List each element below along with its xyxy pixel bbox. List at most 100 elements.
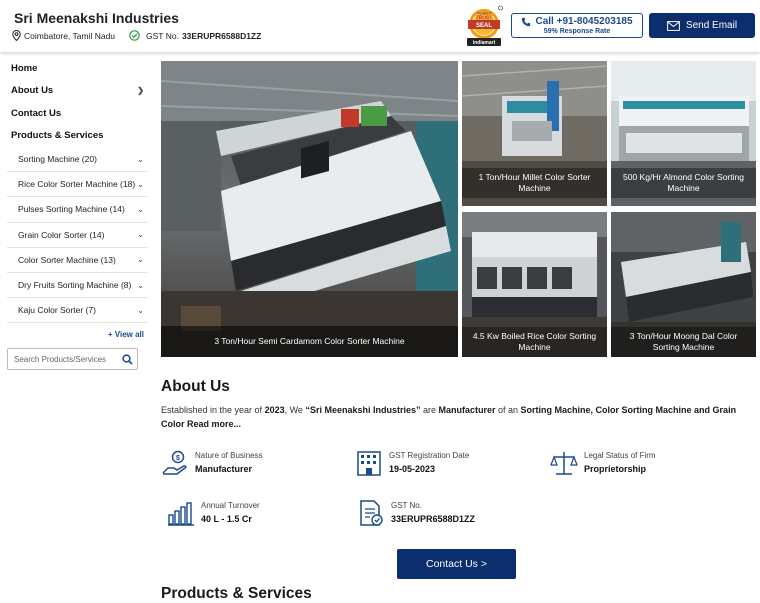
fact-label: Annual Turnover bbox=[201, 501, 260, 510]
scales-icon bbox=[550, 452, 578, 475]
sidebar-item-label: Contact Us bbox=[11, 107, 62, 119]
about-text-part: are bbox=[420, 405, 439, 415]
site-header: Sri Meenakshi Industries Coimbatore, Tam… bbox=[0, 0, 760, 52]
about-company-name: “Sri Meenakshi Industries” bbox=[305, 405, 421, 415]
view-all-link[interactable]: + View all bbox=[7, 330, 148, 342]
fact-annual-turnover: Annual Turnover 40 L - 1.5 Cr bbox=[167, 499, 260, 527]
sidebar-subitem[interactable]: Grain Color Sorter (14) ⌄ bbox=[7, 223, 148, 248]
location-row: Coimbatore, Tamil Nadu GST No. 33ERUPR65… bbox=[12, 30, 261, 41]
gallery-caption: 1 Ton/Hour Millet Color Sorter Machine bbox=[462, 168, 607, 198]
fact-label: Legal Status of Firm bbox=[584, 451, 656, 460]
gallery-caption: 3 Ton/Hour Moong Dal Color Sorting Machi… bbox=[611, 327, 756, 357]
fact-legal-status: Legal Status of Firm Proprietorship bbox=[550, 449, 656, 477]
sidebar-subitem[interactable]: Color Sorter Machine (13) ⌄ bbox=[7, 248, 148, 273]
sidebar-item-about-us[interactable]: About Us ❯ bbox=[7, 80, 148, 103]
call-main: Call +91-8045203185 bbox=[512, 16, 642, 27]
send-email-button[interactable]: Send Email bbox=[649, 13, 755, 38]
contact-us-button[interactable]: Contact Us > bbox=[397, 549, 516, 579]
sidebar-item-home[interactable]: Home bbox=[7, 57, 148, 80]
fact-gst-number: GST No. 33ERUPR6588D1ZZ bbox=[357, 499, 475, 527]
trust-seal-mid2: SEAL bbox=[476, 23, 492, 29]
fact-label: GST No. bbox=[391, 501, 422, 510]
sidebar-subitem[interactable]: Kaju Color Sorter (7) ⌄ bbox=[7, 298, 148, 324]
response-rate: 59% Response Rate bbox=[543, 28, 611, 35]
gst-prefix: GST No. bbox=[146, 30, 179, 41]
search-placeholder: Search Products/Services bbox=[14, 354, 107, 364]
sidebar-subitem-label: Grain Color Sorter (14) bbox=[18, 229, 105, 240]
sidebar-subitem[interactable]: Dry Fruits Sorting Machine (8) ⌄ bbox=[7, 273, 148, 299]
about-text-part: Established in the year of bbox=[161, 405, 265, 415]
sidebar-subitem-label: Rice Color Sorter Machine (18) bbox=[18, 179, 136, 190]
gallery-tile[interactable]: 4.5 Kw Boiled Rice Color Sorting Machine bbox=[462, 212, 607, 357]
company-name[interactable]: Sri Meenakshi Industries bbox=[14, 10, 179, 26]
fact-value: 40 L - 1.5 Cr bbox=[201, 514, 252, 524]
sidebar-item-label: Home bbox=[11, 62, 38, 74]
business-hand-icon: $ bbox=[162, 450, 187, 475]
product-photo bbox=[161, 61, 458, 357]
sidebar-subitem[interactable]: Pulses Sorting Machine (14) ⌄ bbox=[7, 197, 148, 223]
fact-label: Nature of Business bbox=[195, 451, 263, 460]
document-check-icon bbox=[360, 500, 383, 526]
location-text: Coimbatore, Tamil Nadu bbox=[24, 30, 116, 41]
search-icon[interactable] bbox=[122, 354, 133, 365]
sidebar-item-label: Products & Services bbox=[11, 130, 104, 142]
about-text-part: of an bbox=[495, 405, 521, 415]
fact-label: GST Registration Date bbox=[389, 451, 470, 460]
gallery-tile[interactable]: 3 Ton/Hour Moong Dal Color Sorting Machi… bbox=[611, 212, 756, 357]
location-pin-icon bbox=[12, 30, 21, 41]
gallery-tile-large[interactable]: 3 Ton/Hour Semi Cardamom Color Sorter Ma… bbox=[161, 61, 458, 357]
chevron-down-icon[interactable]: ⌄ bbox=[137, 205, 144, 214]
fact-nature-of-business: $ Nature of Business Manufacturer bbox=[161, 449, 263, 477]
trust-seal-bottom: indiamart bbox=[473, 40, 496, 46]
fact-value: Proprietorship bbox=[584, 464, 647, 474]
gallery-tile[interactable]: 1 Ton/Hour Millet Color Sorter Machine bbox=[462, 61, 607, 206]
gst-badge: GST No. 33ERUPR6588D1ZZ bbox=[129, 30, 261, 41]
verified-check-icon bbox=[129, 30, 140, 41]
sidebar-subitem-label: Sorting Machine (20) bbox=[18, 154, 97, 165]
about-text-part: , We bbox=[284, 405, 306, 415]
gst-number: 33ERUPR6588D1ZZ bbox=[181, 30, 262, 41]
svg-text:$: $ bbox=[176, 455, 180, 462]
building-icon bbox=[357, 451, 381, 476]
about-description: Established in the year of 2023, We “Sri… bbox=[161, 403, 756, 431]
products-services-title: Products & Services bbox=[161, 585, 312, 602]
about-role: Manufacturer bbox=[438, 405, 496, 415]
chevron-right-icon: ❯ bbox=[137, 86, 144, 96]
fact-value: 33ERUPR6588D1ZZ bbox=[391, 514, 476, 524]
fact-value: 19-05-2023 bbox=[389, 464, 436, 474]
gallery-caption: 3 Ton/Hour Semi Cardamom Color Sorter Ma… bbox=[161, 326, 458, 357]
gallery-tile[interactable]: 500 Kg/Hr Almond Color Sorting Machine bbox=[611, 61, 756, 206]
established-year: 2023 bbox=[264, 405, 285, 415]
chevron-down-icon[interactable]: ⌄ bbox=[137, 306, 144, 315]
read-more-link[interactable]: Read more... bbox=[187, 419, 241, 429]
gallery-caption: 4.5 Kw Boiled Rice Color Sorting Machine bbox=[462, 327, 607, 357]
trust-seal-mid1: TRUST bbox=[476, 16, 493, 22]
sidebar-subitem-label: Kaju Color Sorter (7) bbox=[18, 305, 96, 316]
trust-seal-icon: Verified TRUST SEAL indiamart bbox=[467, 5, 503, 46]
chevron-down-icon[interactable]: ⌄ bbox=[137, 230, 144, 239]
chevron-down-icon[interactable]: ⌄ bbox=[137, 281, 144, 290]
chevron-down-icon[interactable]: ⌄ bbox=[137, 180, 144, 189]
call-button[interactable]: Call +91-8045203185 59% Response Rate bbox=[511, 13, 643, 38]
product-search-input[interactable]: Search Products/Services bbox=[7, 348, 138, 371]
bar-chart-icon bbox=[168, 502, 194, 526]
sidebar-nav: Home About Us ❯ Contact Us Products & Ser… bbox=[7, 57, 148, 371]
sidebar-subitem[interactable]: Rice Color Sorter Machine (18) ⌄ bbox=[7, 172, 148, 198]
call-label: Call +91-8045203185 bbox=[535, 16, 633, 27]
phone-icon bbox=[522, 17, 531, 26]
send-email-label: Send Email bbox=[685, 20, 738, 31]
sidebar-subitem[interactable]: Sorting Machine (20) ⌄ bbox=[7, 147, 148, 173]
sidebar-subitem-label: Dry Fruits Sorting Machine (8) bbox=[18, 280, 132, 291]
fact-gst-registration-date: GST Registration Date 19-05-2023 bbox=[355, 449, 469, 477]
sidebar-item-products-services[interactable]: Products & Services bbox=[7, 125, 148, 148]
sidebar-item-label: About Us bbox=[11, 85, 54, 97]
fact-value: Manufacturer bbox=[195, 464, 253, 474]
sidebar-subitem-label: Color Sorter Machine (13) bbox=[18, 254, 116, 265]
gallery-caption: 500 Kg/Hr Almond Color Sorting Machine bbox=[611, 168, 756, 198]
chevron-down-icon[interactable]: ⌄ bbox=[137, 255, 144, 264]
sidebar-item-contact-us[interactable]: Contact Us bbox=[7, 102, 148, 125]
about-title: About Us bbox=[161, 378, 230, 395]
chevron-down-icon[interactable]: ⌄ bbox=[137, 155, 144, 164]
mail-icon bbox=[667, 20, 680, 31]
sidebar-subitem-label: Pulses Sorting Machine (14) bbox=[18, 204, 125, 215]
